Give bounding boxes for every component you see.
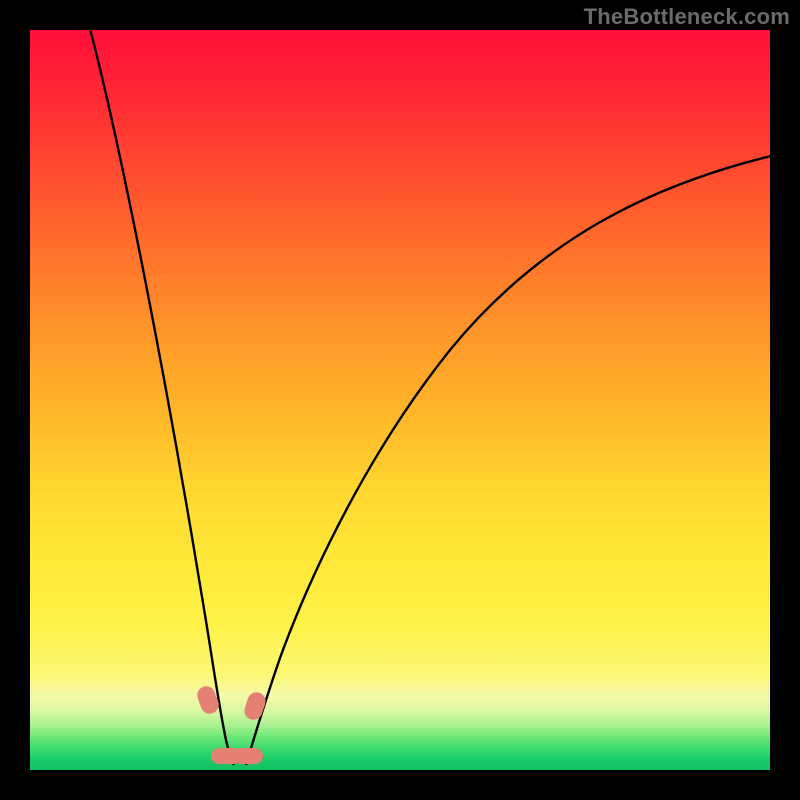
chart-frame: TheBottleneck.com bbox=[0, 0, 800, 800]
watermark-text: TheBottleneck.com bbox=[584, 4, 790, 30]
bottleneck-curve bbox=[30, 30, 770, 770]
curve-right-branch bbox=[246, 155, 770, 765]
curve-left-branch bbox=[89, 30, 234, 765]
marker-bottom-right bbox=[233, 748, 263, 764]
plot-area bbox=[30, 30, 770, 770]
